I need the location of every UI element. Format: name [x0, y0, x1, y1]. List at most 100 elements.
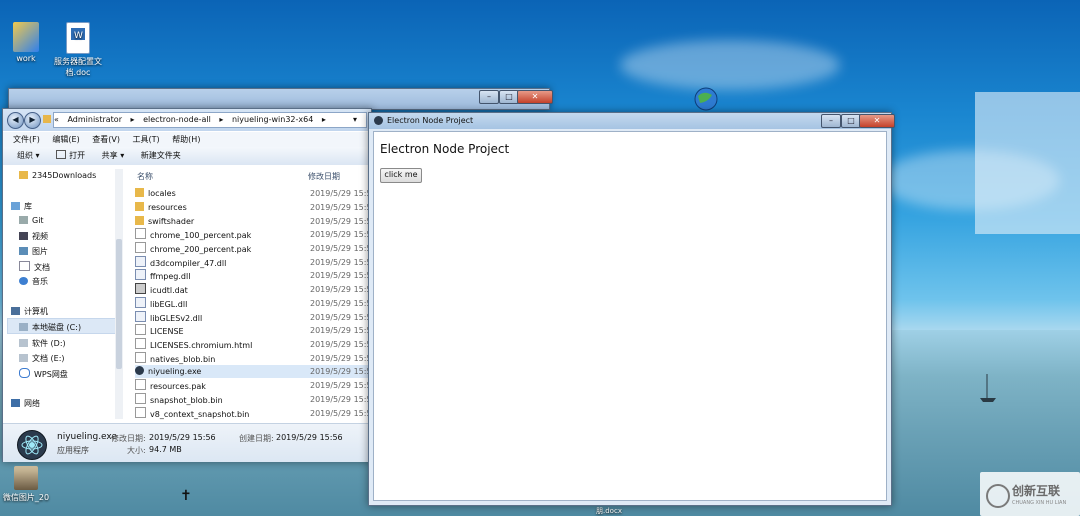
nav-item-label: 音乐	[32, 277, 48, 286]
file-row[interactable]: chrome_200_percent.pak 2019/5/29 15:55	[135, 242, 377, 255]
file-name: chrome_100_percent.pak	[150, 231, 252, 240]
file-date: 2019/5/29 15:55	[310, 326, 377, 335]
nav-item-label: 计算机	[24, 307, 48, 316]
file-icon	[135, 393, 146, 404]
electron-app-icon	[135, 366, 144, 375]
file-name: ffmpeg.dll	[150, 272, 191, 281]
breadcrumb-chevron[interactable]: «	[54, 115, 59, 124]
file-row[interactable]: LICENSES.chromium.html 2019/5/29 15:55	[135, 338, 377, 351]
nav-item-2345downloads[interactable]: 2345Downloads	[19, 171, 96, 180]
maximize-button[interactable]: □	[499, 90, 519, 104]
scrollbar-thumb[interactable]	[116, 239, 122, 369]
nav-item-library[interactable]: 库	[11, 201, 32, 212]
nav-item-label: 2345Downloads	[32, 171, 97, 180]
background-window[interactable]: – □ ✕	[8, 88, 553, 110]
click-me-button[interactable]: click me	[380, 168, 422, 183]
details-pane: niyueling.exe 应用程序 修改日期: 2019/5/29 15:56…	[3, 423, 371, 462]
desktop-icon-doc[interactable]: W 服务器配置文档.doc	[48, 22, 108, 78]
menu-edit[interactable]: 编辑(E)	[52, 135, 79, 144]
sailboat-icon	[978, 372, 998, 404]
file-row[interactable]: ffmpeg.dll 2019/5/29 15:55	[135, 269, 377, 282]
desktop-icon-label[interactable]: 朋.docx	[584, 506, 634, 516]
file-row[interactable]: natives_blob.bin 2019/5/29 15:55	[135, 352, 377, 365]
new-folder-button[interactable]: 新建文件夹	[141, 151, 181, 160]
open-button[interactable]: 打开	[56, 150, 85, 160]
breadcrumb-separator[interactable]: ▸	[131, 115, 135, 124]
nav-item-computer[interactable]: 计算机	[11, 306, 48, 317]
breadcrumb-administrator[interactable]: Administrator	[67, 115, 122, 124]
address-bar[interactable]: « Administrator ▸ electron-node-all ▸ ni…	[53, 112, 367, 128]
column-header-name[interactable]: 名称	[137, 165, 153, 189]
nav-item-label: 软件 (D:)	[32, 339, 66, 348]
document-icon	[19, 261, 30, 271]
desktop-icon-label: work	[16, 54, 36, 63]
file-row[interactable]: swiftshader 2019/5/29 15:55	[135, 215, 377, 228]
nav-item-label: 网络	[24, 399, 40, 408]
breadcrumb-niyueling-win32-x64[interactable]: niyueling-win32-x64	[232, 115, 313, 124]
library-icon	[11, 202, 20, 210]
image-thumbnail-icon	[14, 466, 38, 490]
menu-view[interactable]: 查看(V)	[92, 135, 120, 144]
nav-item-network[interactable]: 网络	[11, 398, 40, 409]
electron-app-window[interactable]: Electron Node Project – □ ✕ Electron Nod…	[368, 112, 895, 506]
nav-item-video[interactable]: 视频	[19, 231, 48, 242]
maximize-button[interactable]: □	[841, 114, 861, 128]
desktop-icon-label: 微信图片_20	[2, 493, 50, 502]
globe-network-icon[interactable]	[692, 86, 722, 114]
nav-item-pictures[interactable]: 图片	[19, 246, 48, 257]
file-explorer-window[interactable]: ◀ ▶ « Administrator ▸ electron-node-all …	[2, 108, 377, 462]
file-row[interactable]: d3dcompiler_47.dll 2019/5/29 15:55	[135, 256, 377, 269]
file-row[interactable]: libEGL.dll 2019/5/29 15:55	[135, 297, 377, 310]
folder-icon	[13, 22, 39, 52]
file-row[interactable]: chrome_100_percent.pak 2019/5/29 15:55	[135, 228, 377, 241]
file-row[interactable]: snapshot_blob.bin 2019/5/29 15:55	[135, 393, 377, 406]
file-date: 2019/5/29 15:55	[310, 244, 377, 253]
folder-icon	[135, 216, 144, 225]
nav-item-drive-d[interactable]: 软件 (D:)	[19, 338, 66, 349]
close-button[interactable]: ✕	[517, 90, 553, 104]
word-document-icon: W	[66, 22, 90, 54]
file-row[interactable]: icudtl.dat 2019/5/29 15:55	[135, 283, 377, 296]
breadcrumb-electron-node-all[interactable]: electron-node-all	[143, 115, 211, 124]
file-date: 2019/5/29 15:55	[310, 203, 377, 212]
file-row[interactable]: libGLESv2.dll 2019/5/29 15:55	[135, 311, 377, 324]
file-row[interactable]: resources.pak 2019/5/29 15:55	[135, 379, 377, 392]
breadcrumb-separator[interactable]: ▸	[322, 115, 326, 124]
nav-item-documents[interactable]: 文档	[19, 261, 50, 273]
nav-item-drive-e[interactable]: 文档 (E:)	[19, 353, 65, 364]
nav-item-label: 文档 (E:)	[32, 354, 65, 363]
file-row[interactable]: locales 2019/5/29 15:55	[135, 187, 377, 200]
nav-item-music[interactable]: 音乐	[19, 276, 48, 287]
forward-button[interactable]: ▶	[24, 112, 41, 129]
file-row[interactable]: resources 2019/5/29 15:55	[135, 201, 377, 214]
explorer-navigation-bar: ◀ ▶ « Administrator ▸ electron-node-all …	[3, 109, 371, 131]
share-button[interactable]: 共享 ▾	[102, 151, 125, 160]
file-list-header: 名称 修改日期	[125, 165, 371, 183]
back-button[interactable]: ◀	[7, 112, 24, 129]
details-file-name: niyueling.exe	[57, 432, 118, 442]
file-row[interactable]: LICENSE 2019/5/29 15:55	[135, 324, 377, 337]
watermark-brand: 创新互联	[1012, 484, 1061, 498]
electron-titlebar[interactable]: Electron Node Project – □ ✕	[369, 113, 895, 129]
file-date: 2019/5/29 15:55	[310, 271, 377, 280]
file-name: snapshot_blob.bin	[150, 396, 223, 405]
menu-file[interactable]: 文件(F)	[13, 135, 40, 144]
column-header-date[interactable]: 修改日期	[308, 165, 340, 189]
nav-item-drive-c[interactable]: 本地磁盘 (C:)	[19, 322, 81, 333]
minimize-button[interactable]: –	[821, 114, 841, 128]
desktop-icon-image[interactable]: 微信图片_20	[0, 466, 56, 503]
nav-item-wps-cloud[interactable]: WPS网盘	[19, 368, 68, 380]
file-row-selected[interactable]: niyueling.exe 2019/5/29 15:56	[135, 365, 377, 378]
wallpaper-cloud	[620, 40, 840, 90]
navigation-scrollbar[interactable]	[115, 169, 123, 419]
nav-item-git[interactable]: Git	[19, 216, 44, 225]
menu-help[interactable]: 帮助(H)	[172, 135, 200, 144]
close-button[interactable]: ✕	[859, 114, 895, 128]
file-name: resources.pak	[150, 382, 206, 391]
file-row[interactable]: v8_context_snapshot.bin 2019/5/29 15:55	[135, 407, 377, 420]
minimize-button[interactable]: –	[479, 90, 499, 104]
organize-button[interactable]: 组织 ▾	[17, 151, 40, 160]
breadcrumb-separator[interactable]: ▸	[219, 115, 223, 124]
menu-tools[interactable]: 工具(T)	[133, 135, 160, 144]
dropdown-arrow-icon[interactable]: ▾	[353, 113, 357, 127]
